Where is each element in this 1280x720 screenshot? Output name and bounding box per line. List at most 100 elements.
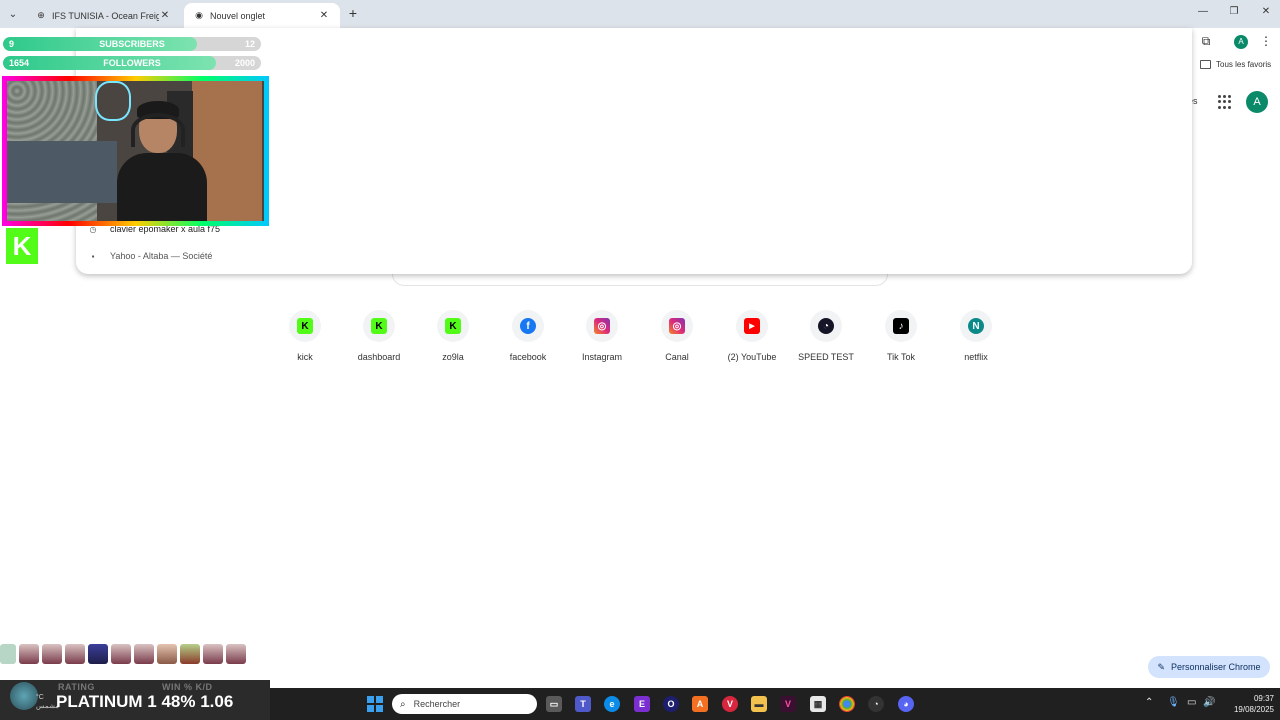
- webcam-overlay: [2, 76, 269, 226]
- shortcut-circle: ◎: [661, 310, 693, 342]
- google-apps-icon[interactable]: [1218, 95, 1232, 109]
- shortcut-circle: ◎: [586, 310, 618, 342]
- shortcut-circle: f: [512, 310, 544, 342]
- hero-portrait: [19, 644, 39, 664]
- kick-logo-icon: K: [6, 228, 38, 264]
- tray-chevron-icon[interactable]: ⌃: [1145, 697, 1153, 708]
- globe-icon: ⊕: [37, 10, 45, 20]
- shortcut-facebook[interactable]: f facebook: [493, 310, 563, 362]
- shortcuts-grid: K kick K dashboard K zo9la f facebook ◎ …: [270, 310, 1010, 370]
- shortcut-label: zo9la: [442, 352, 464, 362]
- subscribers-label: SUBSCRIBERS: [99, 39, 165, 49]
- shortcut-netflix[interactable]: N netflix: [941, 310, 1011, 362]
- customize-label: Personnaliser Chrome: [1171, 662, 1261, 672]
- shortcut-label: kick: [297, 352, 313, 362]
- tab-title: IFS TUNISIA - Ocean Freight, Ai: [52, 10, 159, 21]
- shortcut-tiktok[interactable]: ♪ Tik Tok: [866, 310, 936, 362]
- edge-icon[interactable]: e: [604, 696, 620, 712]
- shortcut-label: facebook: [509, 352, 547, 362]
- customize-chrome-button[interactable]: ✎ Personnaliser Chrome: [1148, 656, 1270, 678]
- webcam-feed: [7, 81, 264, 221]
- app-clock-icon[interactable]: ◔: [868, 696, 884, 712]
- shortcut-dashboard[interactable]: K dashboard: [344, 310, 414, 362]
- hero-portrait: [203, 644, 223, 664]
- minimize-icon[interactable]: —: [1196, 6, 1210, 17]
- windows-start-icon[interactable]: [367, 696, 383, 712]
- app-o-icon[interactable]: O: [663, 696, 679, 712]
- teams-icon[interactable]: T: [575, 696, 591, 712]
- microphone-icon[interactable]: 🎙: [1167, 697, 1180, 708]
- shortcut-circle: N: [960, 310, 992, 342]
- clock-date: 19/08/2025: [1233, 705, 1274, 714]
- shortcut-circle: K: [363, 310, 395, 342]
- taskbar-clock[interactable]: 09:37 19/08/2025: [1222, 693, 1274, 715]
- restore-icon[interactable]: ❐: [1227, 6, 1241, 17]
- app-e-icon[interactable]: E: [634, 696, 650, 712]
- shortcut-label: (2) YouTube: [727, 352, 777, 362]
- shortcut-circle: ♪: [885, 310, 917, 342]
- tab-search-chevron-icon[interactable]: ⌄: [4, 5, 22, 23]
- followers-label: FOLLOWERS: [103, 58, 161, 68]
- shortcut-youtube[interactable]: ▶ (2) YouTube: [717, 310, 787, 362]
- kick-icon: K: [297, 318, 313, 334]
- site-icon: ▪: [91, 251, 95, 261]
- speedtest-icon: ◔: [818, 318, 834, 334]
- shortcut-label: netflix: [964, 352, 988, 362]
- store-icon[interactable]: ▦: [810, 696, 826, 712]
- suggestion-item[interactable]: ▪ Yahoo - Altaba — Société: [88, 251, 213, 261]
- new-tab-plus-icon[interactable]: +: [345, 5, 361, 21]
- youtube-icon: ▶: [744, 318, 760, 334]
- hero-portrait: [157, 644, 177, 664]
- close-icon[interactable]: ✕: [318, 10, 330, 21]
- shortcut-circle: K: [289, 310, 321, 342]
- shortcut-kick[interactable]: K kick: [270, 310, 340, 362]
- file-explorer-icon[interactable]: ▬: [751, 696, 767, 712]
- close-icon[interactable]: ✕: [159, 10, 171, 21]
- profile-avatar[interactable]: A: [1234, 35, 1248, 49]
- valorant-icon[interactable]: V: [722, 696, 738, 712]
- facebook-icon: f: [520, 318, 536, 334]
- tab-ifs-tunisia[interactable]: ⊕ IFS TUNISIA - Ocean Freight, Ai ✕: [26, 3, 181, 28]
- rank-value: PLATINUM 1 48% 1.06: [56, 692, 234, 711]
- shortcut-instagram[interactable]: ◎ Instagram: [567, 310, 637, 362]
- shortcut-label: Tik Tok: [886, 352, 915, 362]
- volume-icon[interactable]: 🔊: [1203, 697, 1215, 708]
- shortcut-speed-test[interactable]: ◔ SPEED TEST: [791, 310, 861, 362]
- streamer: [117, 101, 207, 221]
- followers-goal: 2000: [234, 58, 255, 68]
- tab-new-tab[interactable]: ◉ Nouvel onglet ✕: [184, 3, 340, 28]
- netflix-letter-icon: N: [968, 318, 984, 334]
- pencil-icon: ✎: [1157, 661, 1165, 672]
- app-v-icon[interactable]: V: [780, 696, 796, 712]
- network-icon[interactable]: ▭: [1187, 697, 1196, 708]
- headphones-icon: [131, 113, 185, 147]
- instagram-icon: ◎: [669, 318, 685, 334]
- shortcut-label: Canal: [665, 352, 689, 362]
- hero-portrait: [111, 644, 131, 664]
- chrome-icon[interactable]: [839, 696, 855, 712]
- rating-label: RATING: [58, 682, 95, 692]
- subscribers-goal: 12: [244, 39, 255, 49]
- shortcut-circle: ▶: [736, 310, 768, 342]
- discord-icon[interactable]: ◕: [898, 696, 914, 712]
- clock-time: 09:37: [1253, 694, 1274, 703]
- more-menu-icon[interactable]: ⋮: [1260, 34, 1272, 48]
- followers-goal-bar: 1654 FOLLOWERS 2000: [3, 56, 261, 70]
- winkd-label: WIN % K/D: [162, 682, 213, 692]
- close-window-icon[interactable]: ✕: [1259, 6, 1273, 17]
- taskbar-search[interactable]: ⌕ Rechercher: [392, 694, 537, 714]
- shortcut-zo9la[interactable]: K zo9la: [418, 310, 488, 362]
- app-a-icon[interactable]: A: [692, 696, 708, 712]
- hero-portrait: [88, 644, 108, 664]
- task-view-icon[interactable]: ▭: [546, 696, 562, 712]
- extensions-icon[interactable]: ⧉: [1198, 34, 1214, 50]
- rank-emblem-icon: [10, 682, 38, 710]
- tab-title: Nouvel onglet: [210, 10, 266, 21]
- all-bookmarks[interactable]: Tous les favoris: [1200, 60, 1271, 69]
- suggestion-text: Yahoo - Altaba — Société: [110, 251, 213, 261]
- ntp-profile-avatar[interactable]: A: [1246, 91, 1268, 113]
- kick-icon: K: [371, 318, 387, 334]
- shortcut-canal[interactable]: ◎ Canal: [642, 310, 712, 362]
- taskbar-search-placeholder: Rechercher: [413, 699, 461, 709]
- hero-portrait: [226, 644, 246, 664]
